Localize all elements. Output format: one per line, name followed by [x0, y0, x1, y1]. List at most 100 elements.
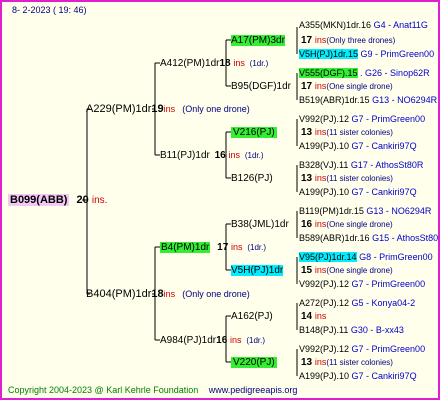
gen4-label: V992(PJ).12 [299, 344, 350, 354]
gen4-ref: G7 - Cankiri97Q [351, 371, 417, 381]
gen4-ref: . G26 - Sinop62R [360, 68, 430, 78]
gen2-note: (1dr.) [247, 243, 267, 252]
gen3-label: B126(PJ) [231, 173, 273, 184]
gen2-note: (1dr.) [244, 151, 264, 160]
gen3-note: (11 sister colonies) [326, 128, 393, 137]
gen2-node[interactable]: B11(PJ)1dr 16 ins (1dr.) [160, 149, 264, 162]
gen2-label: A412(PM)1dr [160, 58, 220, 69]
gen4-node[interactable]: A199(PJ).10 G7 - Cankiri97Q [299, 370, 417, 383]
gen1-node[interactable]: A229(PM)1dr19ins (Only one drone) [86, 102, 250, 116]
gen4-node[interactable]: B589(ABR)1dr.16 G15 - AthosSt80R [299, 232, 440, 245]
gen2-node[interactable]: A984(PJ)1dr16 ins (1dr.) [160, 334, 265, 347]
site-link[interactable]: www.pedigreeapis.org [209, 385, 298, 395]
gen3-ins-count: 13 [301, 173, 313, 184]
gen3-node[interactable]: B95(DGF)1dr [231, 80, 291, 93]
gen4-label: B589(ABR)1dr.16 [299, 233, 370, 243]
gen3-ins-unit: ins [314, 173, 327, 183]
footer: Copyright 2004-2023 @ Karl Kehrle Founda… [8, 384, 297, 397]
gen3-node[interactable]: V216(PJ) [231, 126, 277, 139]
gen4-ref: G9 - PrimGreen00 [360, 49, 435, 59]
gen2-ins-count: 18 [219, 58, 231, 69]
gen3-ins-unit: ins [314, 311, 327, 321]
gen4-label: A272(PJ).12 [299, 298, 350, 308]
root-ins-unit: ins. [91, 195, 108, 206]
gen4-label: A199(PJ).10 [299, 371, 350, 381]
gen2-node[interactable]: B4(PM)1dr 17 ins (1dr.) [160, 241, 266, 254]
gen4-label: B328(VJ).11 [299, 160, 349, 170]
gen3-node[interactable]: V220(PJ) [231, 356, 277, 369]
gen4-ref: G15 - AthosSt80R [372, 233, 440, 243]
gen3-ins-count: 17 [301, 35, 313, 46]
gen3-node[interactable]: V5H(PJ)1dr [231, 264, 284, 277]
gen3-label: B38(JML)1dr [231, 219, 289, 230]
gen4-ref: G7 - PrimGreen00 [351, 344, 426, 354]
gen4-label: V992(PJ).12 [299, 279, 350, 289]
gen4-label: V555(DGF).15 [299, 68, 358, 78]
gen2-ins-unit: ins [230, 335, 242, 345]
gen3-label: A17(PM)3dr [231, 35, 285, 46]
gen4-label: A199(PJ).10 [299, 187, 350, 197]
gen4-ref: G7 - PrimGreen00 [351, 114, 426, 124]
gen3-ins-count: 14 [301, 311, 313, 322]
gen4-node[interactable]: V992(PJ).12 G7 - PrimGreen00 [299, 278, 425, 291]
gen4-node[interactable]: A272(PJ).12 G5 - Konya04-2 [299, 297, 415, 310]
gen3-ins-count: 17 [301, 81, 313, 92]
gen4-node[interactable]: A199(PJ).10 G7 - Cankiri97Q [299, 140, 417, 153]
gen4-node[interactable]: V95(PJ)1dr.14 G8 - PrimGreen00 [299, 251, 433, 264]
gen4-node[interactable]: B519(ABR)1dr.15 G13 - NO6294R [299, 94, 437, 107]
gen2-label: B4(PM)1dr [160, 242, 211, 253]
pedigree-frame: 8- 2-2023 ( 19: 46) B099(ABB) 20 ins. A2… [0, 0, 440, 400]
gen3-label: V5H(PJ)1dr [231, 265, 284, 276]
gen3-ins-unit: ins [314, 357, 327, 367]
gen4-node[interactable]: V992(PJ).12 G7 - PrimGreen00 [299, 343, 425, 356]
gen4-label: B519(ABR)1dr.15 [299, 95, 370, 105]
gen4-ref: G30 - B-xx43 [350, 325, 404, 335]
gen4-node[interactable]: A199(PJ).10 G7 - Cankiri97Q [299, 186, 417, 199]
gen3-note: (Only three drones) [326, 36, 396, 45]
gen4-node[interactable]: V555(DGF).15 . G26 - Sinop62R [299, 67, 430, 80]
gen3-ins-row: 13 ins(11 sister colonies) [301, 172, 393, 185]
gen4-label: V992(PJ).12 [299, 114, 350, 124]
gen3-ins-row: 13 ins(11 sister colonies) [301, 356, 393, 369]
gen1-node[interactable]: B404(PM)1dr18ins (Only one drone) [86, 287, 250, 301]
gen4-node[interactable]: B328(VJ).11 G17 - AthosSt80R [299, 159, 423, 172]
gen4-node[interactable]: B119(PM)1dr.15 G13 - NO6294R [299, 205, 431, 218]
gen3-node[interactable]: A162(PJ) [231, 310, 273, 323]
gen3-label: B95(DGF)1dr [231, 81, 292, 92]
gen3-ins-unit: ins [314, 35, 327, 45]
gen2-ins-count: 17 [217, 242, 229, 253]
gen3-label: V216(PJ) [231, 127, 277, 138]
gen3-ins-unit: ins [314, 81, 327, 91]
gen4-label: A355(MKN)1dr.16 [299, 20, 372, 30]
gen3-node[interactable]: A17(PM)3dr [231, 34, 285, 47]
gen3-ins-row: 17 ins(One single drone) [301, 80, 393, 93]
gen3-ins-row: 14 ins [301, 310, 326, 323]
gen3-note: (One single drone) [326, 82, 393, 91]
date-stamp: 8- 2-2023 ( 19: 46) [12, 5, 87, 15]
gen4-label: A199(PJ).10 [299, 141, 350, 151]
root-queen[interactable]: B099(ABB) 20 ins. [8, 193, 107, 208]
gen3-ins-row: 15 ins(One single drone) [301, 264, 393, 277]
gen3-ins-unit: ins [314, 127, 327, 137]
gen4-node[interactable]: V992(PJ).12 G7 - PrimGreen00 [299, 113, 425, 126]
gen3-node[interactable]: B126(PJ) [231, 172, 273, 185]
gen2-node[interactable]: A412(PM)1dr18 ins (1dr.) [160, 57, 268, 70]
gen2-ins-unit: ins [228, 150, 241, 160]
gen4-node[interactable]: A355(MKN)1dr.16 G4 - Anat11G [299, 19, 428, 32]
gen3-note: (11 sister colonies) [326, 174, 393, 183]
gen4-node[interactable]: B148(PJ).11 G30 - B-xx43 [299, 324, 404, 337]
gen1-ins-unit: ins [163, 104, 176, 114]
copyright-text: Copyright 2004-2023 @ Karl Kehrle Founda… [8, 385, 199, 395]
gen4-ref: G13 - NO6294R [372, 95, 438, 105]
gen1-ins-count: 18 [151, 288, 164, 300]
gen4-ref: G5 - Konya04-2 [351, 298, 416, 308]
gen3-node[interactable]: B38(JML)1dr [231, 218, 289, 231]
gen2-ins-count: 16 [214, 150, 226, 161]
gen3-note: (One single drone) [326, 266, 393, 275]
gen4-ref: G7 - PrimGreen00 [351, 279, 426, 289]
gen3-note: (One single drone) [326, 220, 393, 229]
gen1-note: (Only one drone) [182, 104, 250, 114]
gen4-node[interactable]: V5H(PJ)1dr.15 G9 - PrimGreen00 [299, 48, 434, 61]
gen3-ins-row: 17 ins(Only three drones) [301, 34, 395, 47]
gen1-ins-count: 19 [151, 103, 164, 115]
